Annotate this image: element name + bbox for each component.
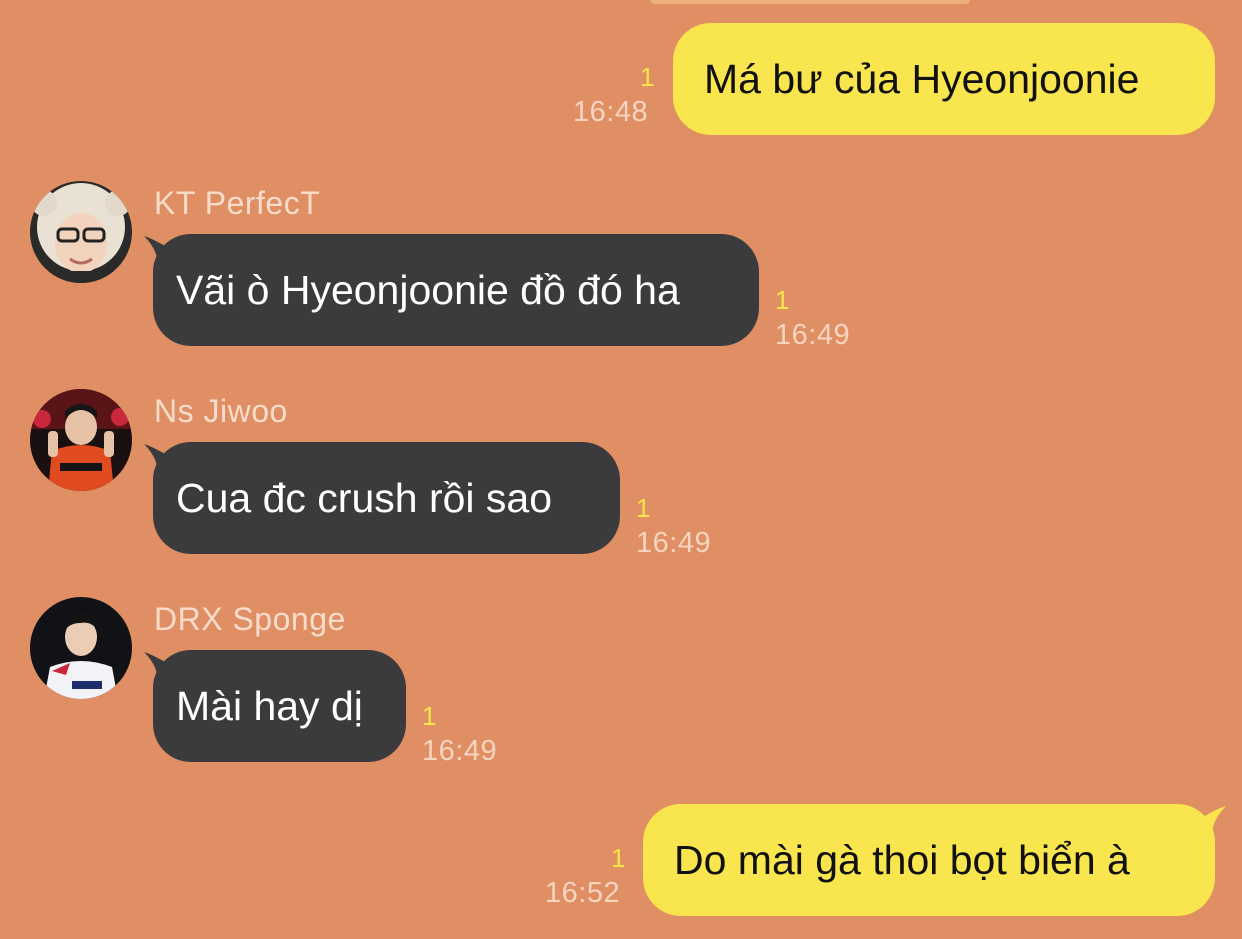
message-timestamp: 16:48 (573, 96, 649, 128)
unread-count: 1 (640, 62, 655, 92)
message-bubble-outgoing[interactable]: Má bư của Hyeonjoonie (673, 23, 1215, 135)
sender-name: Ns Jiwoo (154, 393, 288, 429)
message-timestamp: 16:49 (422, 735, 498, 767)
unread-count: 1 (422, 701, 437, 731)
message-text: Mài hay dị (176, 682, 363, 729)
profile-avatar-icon (30, 181, 132, 283)
message-text: Do mài gà thoi bọt biển à (674, 836, 1130, 883)
message-bubble-outgoing[interactable]: Do mài gà thoi bọt biển à (643, 804, 1215, 916)
profile-avatar-icon (30, 597, 132, 699)
message-timestamp: 16:52 (545, 877, 621, 909)
message-timestamp: 16:49 (775, 319, 851, 351)
sender-name: KT PerfecT (154, 185, 321, 221)
sender-name: DRX Sponge (154, 601, 346, 637)
profile-avatar-icon (30, 389, 132, 491)
previous-message-edge (650, 0, 970, 4)
message-timestamp: 16:49 (636, 527, 712, 559)
message-text: Cua đc crush rồi sao (176, 474, 553, 521)
message-bubble-incoming[interactable]: Cua đc crush rồi sao (153, 442, 620, 554)
message-text: Vãi ò Hyeonjoonie đồ đó ha (176, 266, 680, 313)
bubble-tail (1196, 806, 1226, 836)
message-bubble-incoming[interactable]: Mài hay dị (153, 650, 406, 762)
message-bubble-incoming[interactable]: Vãi ò Hyeonjoonie đồ đó ha (153, 234, 759, 346)
avatar[interactable] (30, 389, 132, 491)
message-text: Má bư của Hyeonjoonie (704, 55, 1140, 102)
avatar[interactable] (30, 597, 132, 699)
unread-count: 1 (636, 493, 651, 523)
avatar[interactable] (30, 181, 132, 283)
unread-count: 1 (611, 843, 626, 873)
unread-count: 1 (775, 285, 790, 315)
